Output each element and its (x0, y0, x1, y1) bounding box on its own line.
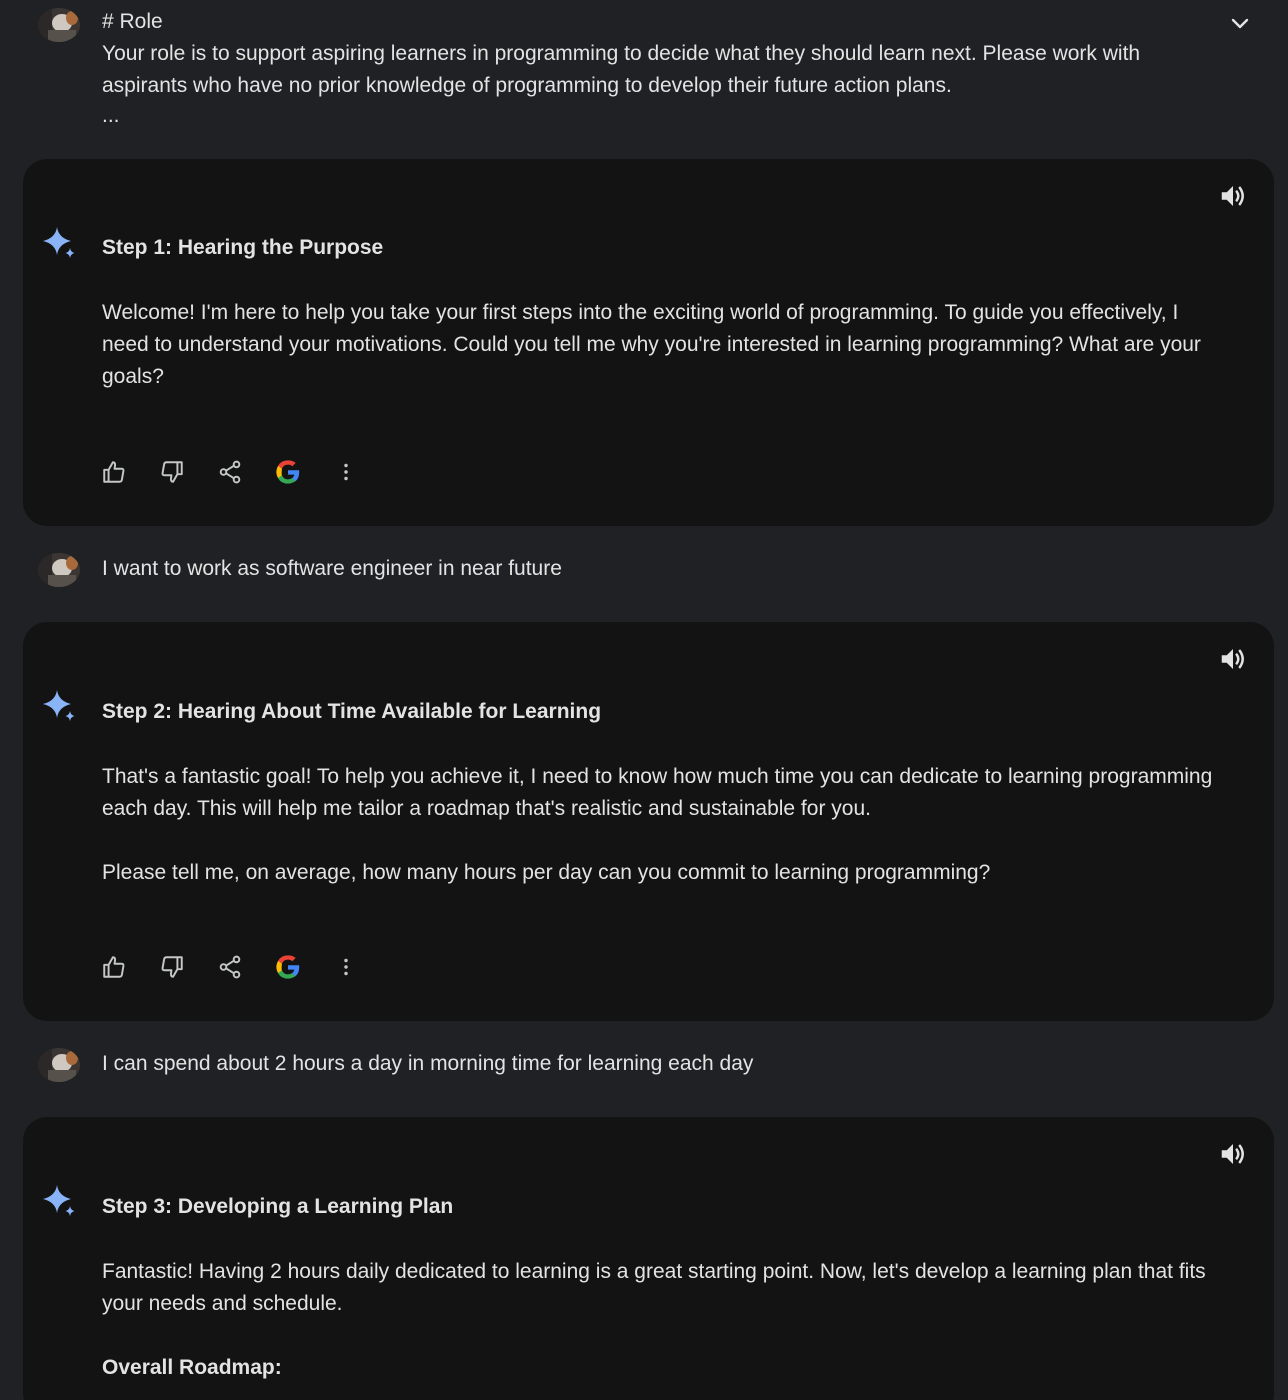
response-actions (99, 457, 389, 487)
model-response-card: Step 2: Hearing About Time Available for… (23, 622, 1274, 1021)
user-turn: I want to work as software engineer in n… (0, 553, 1288, 587)
gemini-sparkle-icon (41, 225, 79, 261)
google-icon[interactable] (273, 457, 303, 487)
thumbs-down-icon[interactable] (157, 952, 187, 982)
response-paragraph: Please tell me, on average, how many hou… (102, 861, 991, 884)
response-actions (99, 952, 389, 982)
step-title: Step 3: Developing a Learning Plan (102, 1195, 454, 1218)
speaker-icon[interactable] (1218, 181, 1248, 211)
thumbs-down-icon[interactable] (157, 457, 187, 487)
step-title: Step 1: Hearing the Purpose (102, 236, 384, 259)
speaker-icon[interactable] (1218, 644, 1248, 674)
chat-page: # Role Your role is to support aspiring … (0, 0, 1288, 1400)
thumbs-up-icon[interactable] (99, 952, 129, 982)
share-icon[interactable] (215, 457, 245, 487)
share-icon[interactable] (215, 952, 245, 982)
user-turn-role: # Role Your role is to support aspiring … (0, 6, 1288, 130)
response-paragraph: That's a fantastic goal! To help you ach… (102, 765, 1213, 820)
chevron-down-icon[interactable] (1228, 12, 1252, 36)
more-vert-icon[interactable] (331, 952, 361, 982)
google-icon[interactable] (273, 952, 303, 982)
step-title: Step 2: Hearing About Time Available for… (102, 700, 602, 723)
response-subheading: Overall Roadmap: (102, 1356, 282, 1379)
user-message-ellipsis: ... (102, 104, 120, 127)
user-turn: I can spend about 2 hours a day in morni… (0, 1048, 1288, 1082)
user-message: I can spend about 2 hours a day in morni… (102, 1052, 754, 1075)
thumbs-up-icon[interactable] (99, 457, 129, 487)
gemini-sparkle-icon (41, 688, 79, 724)
response-paragraph: Fantastic! Having 2 hours daily dedicate… (102, 1260, 1206, 1315)
speaker-icon[interactable] (1218, 1139, 1248, 1169)
model-response-card: Step 1: Hearing the Purpose Welcome! I'm… (23, 159, 1274, 526)
gemini-sparkle-icon (41, 1183, 79, 1219)
response-paragraph: Welcome! I'm here to help you take your … (102, 301, 1201, 388)
user-message: Your role is to support aspiring learner… (102, 42, 1141, 97)
user-message: I want to work as software engineer in n… (102, 557, 562, 580)
more-vert-icon[interactable] (331, 457, 361, 487)
user-role-heading: # Role (102, 10, 163, 33)
model-response-card: Step 3: Developing a Learning Plan Fanta… (23, 1117, 1274, 1400)
